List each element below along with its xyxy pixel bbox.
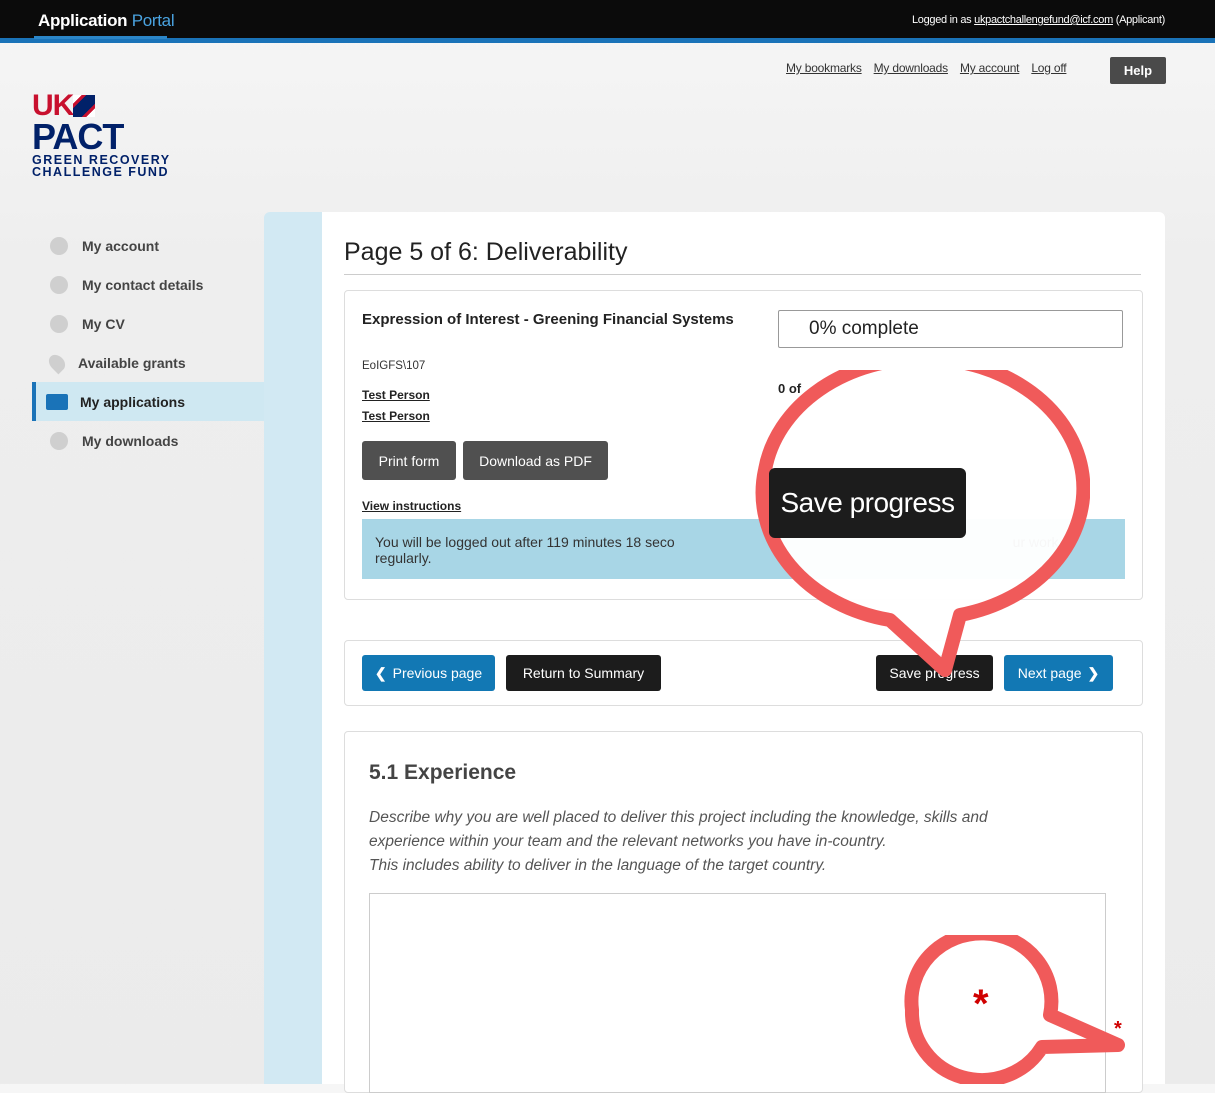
- print-form-button[interactable]: Print form: [362, 441, 456, 480]
- view-instructions-link[interactable]: View instructions: [362, 499, 461, 513]
- previous-page-button[interactable]: ❮ Previous page: [362, 655, 495, 691]
- login-email-link[interactable]: ukpactchallengefund@icf.com: [974, 14, 1113, 26]
- sidebar-item-my-cv[interactable]: My CV: [34, 304, 264, 343]
- my-account-link[interactable]: My account: [960, 61, 1020, 75]
- callout-save-progress-label: Save progress: [769, 468, 966, 538]
- logout-warning-text: You will be logged out after 119 minutes…: [375, 534, 1105, 566]
- form-reference: EoIGFS\107: [362, 360, 426, 372]
- sidebar-item-my-account[interactable]: My account: [34, 226, 264, 265]
- my-downloads-link[interactable]: My downloads: [874, 61, 949, 75]
- next-page-button[interactable]: Next page ❯: [1004, 655, 1113, 691]
- top-bar-accent: [0, 38, 1215, 43]
- logout-text-start: You will be logged out after 119 minutes…: [375, 534, 675, 550]
- brand-app: Application: [38, 11, 128, 30]
- progress-subtext: 0 of: [778, 381, 802, 396]
- sidebar-item-label: Available grants: [78, 354, 186, 371]
- sidebar-item-label: My downloads: [82, 432, 179, 449]
- return-to-summary-button[interactable]: Return to Summary: [506, 655, 661, 691]
- location-pin-icon: [45, 351, 69, 374]
- sidebar-item-contact-details[interactable]: My contact details: [34, 265, 264, 304]
- question-desc-line2: experience within your team and the rele…: [369, 833, 887, 850]
- question-desc-line3: This includes ability to deliver in the …: [369, 857, 827, 874]
- login-prefix: Logged in as: [911, 14, 972, 26]
- question-description: Describe why you are well placed to deli…: [369, 806, 1069, 878]
- cv-icon: [50, 314, 68, 333]
- person-link-2[interactable]: Test Person: [362, 409, 430, 423]
- save-progress-button[interactable]: Save progress: [876, 655, 993, 691]
- question-desc-line1: Describe why you are well placed to deli…: [369, 809, 988, 826]
- sidebar-item-label: My account: [82, 237, 160, 254]
- required-asterisk: *: [1114, 1018, 1122, 1040]
- login-status: Logged in as ukpactchallengefund@icf.com…: [912, 14, 1165, 26]
- next-page-label: Next page: [1017, 665, 1082, 681]
- help-button[interactable]: Help: [1110, 57, 1166, 84]
- logo-pact: PACT: [32, 116, 124, 157]
- applications-icon: [46, 393, 68, 410]
- chevron-right-icon: ❯: [1087, 664, 1100, 681]
- logo-line2: CHALLENGE FUND: [32, 165, 169, 179]
- uk-pact-logo: UK PACT GREEN RECOVERY CHALLENGE FUND: [32, 91, 171, 179]
- progress-indicator: 0% complete: [778, 310, 1123, 348]
- experience-textarea[interactable]: [369, 893, 1106, 1093]
- log-off-link[interactable]: Log off: [1031, 61, 1066, 75]
- person-icon: [50, 275, 68, 294]
- my-bookmarks-link[interactable]: My bookmarks: [786, 61, 862, 75]
- page-title: Page 5 of 6: Deliverability: [344, 238, 628, 266]
- brand-underline: [34, 36, 167, 39]
- question-title: 5.1 Experience: [369, 761, 517, 784]
- person-link-1[interactable]: Test Person: [362, 388, 430, 402]
- sidebar-item-my-applications[interactable]: My applications: [32, 382, 264, 421]
- form-name: Expression of Interest - Greening Financ…: [362, 311, 734, 328]
- logout-text-end: ur work: [1012, 534, 1059, 550]
- chevron-left-icon: ❮: [374, 664, 387, 681]
- title-divider: [344, 274, 1141, 275]
- logout-text-line2: regularly.: [375, 550, 432, 566]
- download-icon: [50, 431, 68, 450]
- panel-stripe: [264, 212, 322, 1084]
- users-icon: [50, 236, 68, 255]
- previous-page-label: Previous page: [392, 665, 483, 681]
- download-pdf-button[interactable]: Download as PDF: [463, 441, 608, 480]
- sidebar-item-available-grants[interactable]: Available grants: [34, 343, 264, 382]
- sidebar-item-label: My contact details: [82, 276, 204, 293]
- sidebar-item-label: My applications: [80, 393, 186, 410]
- sidebar-item-label: My CV: [82, 315, 125, 332]
- union-flag-icon: [73, 95, 96, 117]
- sidebar-item-my-downloads[interactable]: My downloads: [34, 421, 264, 460]
- sidebar-nav: My account My contact details My CV Avai…: [32, 226, 264, 460]
- brand-portal: Portal: [131, 11, 175, 30]
- utility-links: My bookmarks My downloads My account Log…: [786, 61, 1067, 75]
- login-role: (Applicant): [1115, 14, 1166, 26]
- portal-brand[interactable]: Application Portal: [38, 11, 175, 31]
- callout-required-star: *: [973, 982, 989, 1026]
